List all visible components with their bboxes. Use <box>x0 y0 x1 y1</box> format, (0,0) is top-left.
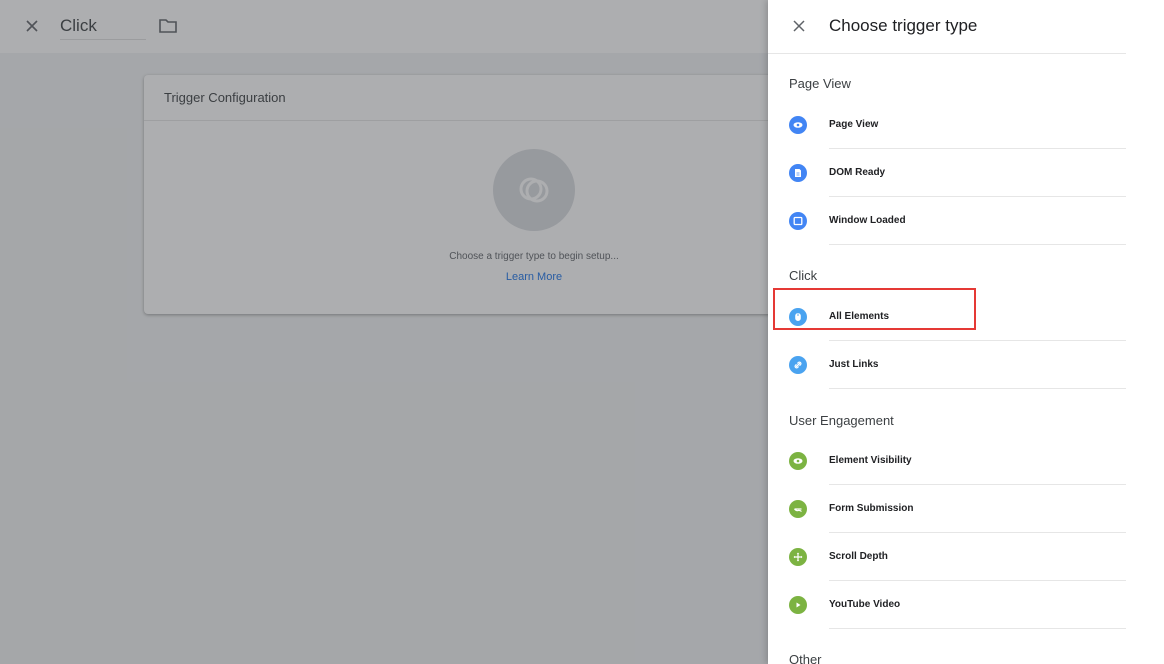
panel-header: Choose trigger type <box>768 0 1126 54</box>
close-icon[interactable] <box>790 17 808 35</box>
trigger-item-just-links[interactable]: Just Links <box>768 341 1126 389</box>
window-icon <box>789 212 807 230</box>
trigger-item-scroll-depth[interactable]: Scroll Depth <box>768 533 1126 581</box>
trigger-item-label: Page View <box>829 101 1126 149</box>
document-icon <box>789 164 807 182</box>
form-icon <box>789 500 807 518</box>
link-icon <box>789 356 807 374</box>
play-icon <box>789 596 807 614</box>
trigger-item-label: Form Submission <box>829 485 1126 533</box>
section-label-click: Click <box>789 268 818 283</box>
eye-icon <box>789 116 807 134</box>
section-label-page-view: Page View <box>789 76 851 91</box>
trigger-item-form-submission[interactable]: Form Submission <box>768 485 1126 533</box>
trigger-item-label: Window Loaded <box>829 197 1126 245</box>
trigger-item-label: YouTube Video <box>829 581 1126 629</box>
trigger-item-label: DOM Ready <box>829 149 1126 197</box>
modal-scrim[interactable] <box>0 0 768 664</box>
highlight-annotation <box>773 288 976 330</box>
section-label-other: Other <box>789 652 822 664</box>
panel-title: Choose trigger type <box>829 16 978 35</box>
section-label-user-engagement: User Engagement <box>789 413 894 428</box>
scroll-icon <box>789 548 807 566</box>
trigger-item-window-loaded[interactable]: Window Loaded <box>768 197 1126 245</box>
trigger-item-element-visibility[interactable]: Element Visibility <box>768 437 1126 485</box>
trigger-item-youtube-video[interactable]: YouTube Video <box>768 581 1126 629</box>
trigger-item-label: Just Links <box>829 341 1126 389</box>
trigger-item-dom-ready[interactable]: DOM Ready <box>768 149 1126 197</box>
trigger-item-label: Scroll Depth <box>829 533 1126 581</box>
trigger-editor: Click Trigger Configuration Choose a tri… <box>0 0 784 664</box>
trigger-item-page-view[interactable]: Page View <box>768 101 1126 149</box>
eye-icon <box>789 452 807 470</box>
choose-trigger-type-panel: Choose trigger type Page View Page View … <box>768 0 1164 664</box>
trigger-item-label: Element Visibility <box>829 437 1126 485</box>
